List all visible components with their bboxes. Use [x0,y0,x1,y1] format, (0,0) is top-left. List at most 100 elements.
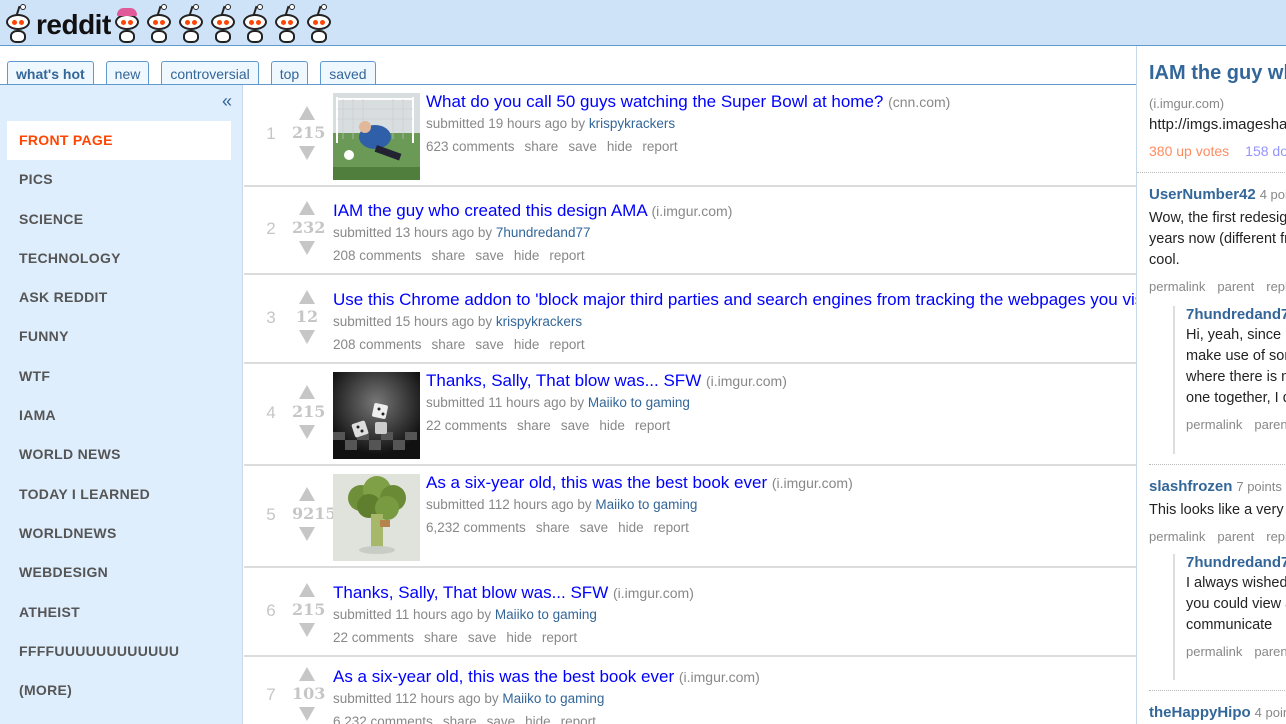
reddit-logo[interactable]: reddit [4,0,337,44]
sidebar-item-iama[interactable]: IAMA [7,396,231,435]
sidebar-item-atheist[interactable]: ATHEIST [7,593,231,632]
post-domain[interactable]: (i.imgur.com) [679,669,760,685]
report-button[interactable]: report [549,248,584,263]
post-thumbnail[interactable] [333,371,420,459]
comment-author[interactable]: theHappyHipo [1149,704,1251,721]
post-domain[interactable]: (i.imgur.com) [613,585,694,601]
hide-button[interactable]: hide [506,630,532,645]
post-title-link[interactable]: Thanks, Sally, That blow was... SFW [426,371,701,390]
report-button[interactable]: report [635,418,670,433]
share-button[interactable]: share [517,418,551,433]
sidebar-item-webdesign[interactable]: WEBDESIGN [7,553,231,592]
reply-link[interactable]: reply [1266,529,1286,544]
tab-top[interactable]: top [270,61,309,85]
sidebar-item-world-news[interactable]: WORLD NEWS [7,435,231,474]
post-title-link[interactable]: As a six-year old, this was the best boo… [426,473,767,492]
comments-link[interactable]: 623 comments [426,139,515,154]
tab-whats-hot[interactable]: what's hot [7,61,94,85]
save-button[interactable]: save [580,520,609,535]
upvote-arrow-icon[interactable] [299,201,315,215]
post-author-link[interactable]: krispykrackers [496,314,582,329]
comments-link[interactable]: 6,232 comments [426,520,526,535]
upvote-arrow-icon[interactable] [299,289,315,304]
save-button[interactable]: save [561,418,590,433]
sidebar-item-worldnews[interactable]: WORLDNEWS [7,514,231,553]
permalink-link[interactable]: permalink [1149,529,1205,544]
downvote-arrow-icon[interactable] [299,241,315,255]
share-button[interactable]: share [424,630,458,645]
post-thumbnail[interactable] [333,92,420,180]
save-button[interactable]: save [475,337,504,352]
comments-link[interactable]: 6,232 comments [333,714,433,724]
upvote-arrow-icon[interactable] [299,582,315,597]
parent-link[interactable]: parent [1254,417,1286,432]
post-title-link[interactable]: Use this Chrome addon to 'block major th… [333,290,1136,309]
post-author-link[interactable]: krispykrackers [589,116,675,131]
comments-link[interactable]: 208 comments [333,337,422,352]
post-thumbnail[interactable] [333,473,420,561]
comments-link[interactable]: 22 comments [333,630,414,645]
comment-author[interactable]: slashfrozen [1149,478,1232,495]
downvote-arrow-icon[interactable] [299,329,315,344]
parent-link[interactable]: parent [1254,644,1286,659]
sidebar-item-science[interactable]: SCIENCE [7,200,231,239]
hide-button[interactable]: hide [599,418,625,433]
post-author-link[interactable]: 7hundredand77 [496,225,591,240]
downvote-arrow-icon[interactable] [299,425,315,439]
report-button[interactable]: report [549,337,584,352]
parent-link[interactable]: parent [1217,529,1254,544]
share-button[interactable]: share [536,520,570,535]
hide-button[interactable]: hide [607,139,633,154]
comments-link[interactable]: 208 comments [333,248,422,263]
upvote-arrow-icon[interactable] [299,106,315,120]
post-title-link[interactable]: Thanks, Sally, That blow was... SFW [333,583,608,602]
tab-new[interactable]: new [105,61,150,85]
post-author-link[interactable]: Maiiko to gaming [595,497,697,512]
hide-button[interactable]: hide [618,520,644,535]
preview-title[interactable]: IAM the guy who created this design AMA [1149,62,1286,85]
share-button[interactable]: share [432,248,466,263]
comment-author[interactable]: UserNumber42 [1149,186,1256,203]
upvote-arrow-icon[interactable] [299,667,315,681]
save-button[interactable]: save [475,248,504,263]
save-button[interactable]: save [468,630,497,645]
sidebar-item-wtf[interactable]: WTF [7,357,231,396]
tab-saved[interactable]: saved [320,61,376,85]
post-author-link[interactable]: Maiiko to gaming [495,607,597,622]
post-title-link[interactable]: IAM the guy who created this design AMA [333,201,647,220]
sidebar-item-technology[interactable]: TECHNOLOGY [7,239,231,278]
downvote-arrow-icon[interactable] [299,146,315,160]
post-author-link[interactable]: Maiiko to gaming [588,395,690,410]
sidebar-item-funny[interactable]: FUNNY [7,317,231,356]
post-title-link[interactable]: What do you call 50 guys watching the Su… [426,92,883,111]
downvote-arrow-icon[interactable] [299,707,315,721]
hide-button[interactable]: hide [514,337,540,352]
sidebar-item-today-i-learned[interactable]: TODAY I LEARNED [7,475,231,514]
report-button[interactable]: report [542,630,577,645]
sidebar-item-front-page[interactable]: FRONT PAGE [7,121,231,161]
downvote-arrow-icon[interactable] [299,527,315,541]
post-title-link[interactable]: As a six-year old, this was the best boo… [333,667,674,686]
save-button[interactable]: save [487,714,516,724]
post-author-link[interactable]: Maiiko to gaming [502,691,604,706]
share-button[interactable]: share [432,337,466,352]
report-button[interactable]: report [654,520,689,535]
save-button[interactable]: save [568,139,597,154]
report-button[interactable]: report [561,714,596,724]
permalink-link[interactable]: permalink [1149,279,1205,294]
hide-button[interactable]: hide [525,714,551,724]
preview-url[interactable]: http://imgs.imageshack.us [1149,116,1286,133]
sidebar-item-ffffuuuu[interactable]: FFFFUUUUUUUUUUUU [7,632,231,671]
comment-author[interactable]: 7hundredand77 [1186,306,1286,323]
comment-author[interactable]: 7hundredand77 [1186,554,1286,571]
post-domain[interactable]: (i.imgur.com) [706,373,787,389]
permalink-link[interactable]: permalink [1186,417,1242,432]
parent-link[interactable]: parent [1217,279,1254,294]
permalink-link[interactable]: permalink [1186,644,1242,659]
upvote-arrow-icon[interactable] [299,385,315,399]
share-button[interactable]: share [443,714,477,724]
reply-link[interactable]: reply [1266,279,1286,294]
share-button[interactable]: share [525,139,559,154]
downvote-arrow-icon[interactable] [299,622,315,637]
report-button[interactable]: report [642,139,677,154]
